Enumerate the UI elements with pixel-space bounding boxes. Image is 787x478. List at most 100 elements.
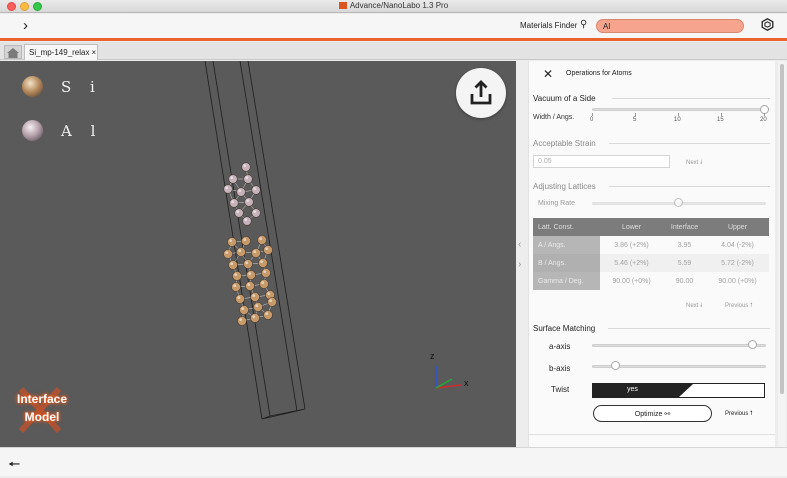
- strain-next-button[interactable]: Next 🠗: [686, 158, 703, 168]
- si-atom[interactable]: [239, 305, 249, 315]
- si-atom[interactable]: [227, 237, 237, 247]
- a-axis-slider-knob[interactable]: [748, 340, 757, 349]
- scrollbar-thumb[interactable]: [780, 64, 784, 394]
- si-atom[interactable]: [261, 268, 271, 278]
- al-atom-icon: [22, 120, 43, 141]
- operations-for-atoms-label[interactable]: Operations for Atoms: [566, 70, 632, 77]
- lattice-next-button[interactable]: Next 🠗: [686, 301, 703, 311]
- table-cell: 90.00 (+0%): [706, 272, 769, 290]
- al-atom[interactable]: [244, 197, 254, 207]
- chevron-left-icon[interactable]: ‹: [518, 239, 521, 250]
- table-header: Latt. Const.: [533, 218, 600, 236]
- app-icon: [338, 2, 347, 9]
- si-atom[interactable]: [245, 281, 255, 291]
- atom-highlight: [247, 283, 251, 286]
- si-atom[interactable]: [250, 313, 260, 323]
- atoms-icon: ⚯: [664, 411, 671, 418]
- al-atom[interactable]: [228, 174, 238, 184]
- atom-highlight: [244, 218, 248, 222]
- b-axis-slider-knob[interactable]: [611, 361, 620, 370]
- search-icon[interactable]: ⚲: [580, 19, 587, 30]
- mixing-rate-knob[interactable]: [674, 198, 683, 207]
- atom-highlight: [237, 296, 241, 299]
- si-atom[interactable]: [232, 271, 242, 281]
- surface-previous-button[interactable]: Previous 🠕: [725, 409, 753, 419]
- strain-input[interactable]: 0.05: [533, 155, 670, 168]
- optimize-label: Optimize: [634, 411, 663, 418]
- al-atom[interactable]: [229, 198, 239, 208]
- atom-highlight: [234, 273, 238, 276]
- accent-divider: [0, 38, 787, 41]
- title-bar: Advance/NanoLabo 1.3 Pro: [0, 0, 787, 13]
- atom-highlight: [241, 307, 245, 310]
- si-atom[interactable]: [241, 236, 251, 246]
- vacuum-tick: 15: [717, 117, 724, 123]
- table-cell: 4.04 (-2%): [706, 236, 769, 254]
- atom-highlight: [229, 239, 233, 243]
- structure-viewer[interactable]: S i A l z x Interface Model: [0, 61, 516, 447]
- tab-close-icon[interactable]: ×: [91, 48, 96, 57]
- atom-highlight: [243, 238, 247, 242]
- atom-highlight: [243, 164, 247, 167]
- table-cell: 90.00 (+0%): [600, 272, 663, 290]
- atom-highlight: [269, 299, 273, 302]
- table-cell: B / Angs.: [533, 254, 600, 272]
- si-atom[interactable]: [235, 294, 245, 304]
- si-atom[interactable]: [257, 235, 267, 245]
- si-atom[interactable]: [263, 245, 273, 255]
- si-atom[interactable]: [231, 282, 241, 292]
- chevron-right-icon[interactable]: ›: [23, 18, 28, 34]
- atom-highlight: [261, 281, 265, 284]
- si-atom[interactable]: [251, 248, 261, 258]
- si-atom[interactable]: [267, 297, 277, 307]
- al-atom[interactable]: [251, 185, 261, 195]
- si-atom[interactable]: [258, 258, 268, 268]
- materials-search-input[interactable]: Al: [596, 19, 744, 33]
- si-atom[interactable]: [246, 270, 256, 280]
- si-atom[interactable]: [250, 292, 260, 302]
- si-atom[interactable]: [237, 316, 247, 326]
- si-atom[interactable]: [223, 249, 233, 259]
- vacuum-slider[interactable]: [592, 108, 766, 111]
- al-atom[interactable]: [241, 162, 251, 172]
- optimize-button[interactable]: Optimize ⚯: [593, 405, 712, 422]
- a-axis-slider[interactable]: [592, 344, 766, 347]
- al-atom[interactable]: [234, 208, 244, 218]
- atom-highlight: [265, 312, 269, 315]
- tools-icon[interactable]: ✕: [543, 67, 553, 81]
- tab-structure[interactable]: Si_mp-149_relax ×: [24, 44, 98, 60]
- atom-structure-canvas[interactable]: [0, 61, 516, 447]
- lattice-previous-button[interactable]: Previous 🠕: [725, 301, 753, 311]
- al-atom[interactable]: [243, 174, 253, 184]
- table-header: Upper: [706, 218, 769, 236]
- arrow-down-icon: 🠗: [700, 160, 703, 166]
- si-atom[interactable]: [253, 302, 263, 312]
- home-icon[interactable]: [4, 45, 22, 59]
- al-atom[interactable]: [251, 208, 261, 218]
- vacuum-tick: 10: [674, 117, 681, 123]
- export-button[interactable]: [456, 68, 506, 118]
- table-cell: 90.00: [663, 272, 706, 290]
- chevron-right-icon[interactable]: ›: [518, 259, 521, 270]
- si-atom[interactable]: [243, 259, 253, 269]
- twist-toggle[interactable]: yes: [592, 383, 765, 398]
- si-atom[interactable]: [236, 247, 246, 257]
- b-axis-label: b-axis: [549, 364, 571, 373]
- si-atom[interactable]: [228, 260, 238, 270]
- app-window: Advance/NanoLabo 1.3 Pro › Materials Fin…: [0, 0, 787, 476]
- si-atom[interactable]: [263, 310, 273, 320]
- al-atom[interactable]: [236, 187, 246, 197]
- axis-label-z: z: [430, 351, 435, 361]
- back-arrow-icon[interactable]: 🠔: [8, 454, 20, 478]
- al-atom[interactable]: [242, 216, 252, 226]
- al-atom[interactable]: [223, 184, 233, 194]
- hexagon-settings-icon[interactable]: [761, 18, 774, 31]
- tab-label: Si_mp-149_relax: [29, 48, 90, 57]
- legend-label-si: S i: [61, 77, 102, 96]
- table-cell: 5.59: [663, 254, 706, 272]
- legend-al: A l: [22, 120, 102, 141]
- table-cell: 3.95: [663, 236, 706, 254]
- lattice-title: Adjusting Lattices: [533, 182, 596, 191]
- si-atom[interactable]: [259, 279, 269, 289]
- previous-label: Previous: [725, 411, 749, 417]
